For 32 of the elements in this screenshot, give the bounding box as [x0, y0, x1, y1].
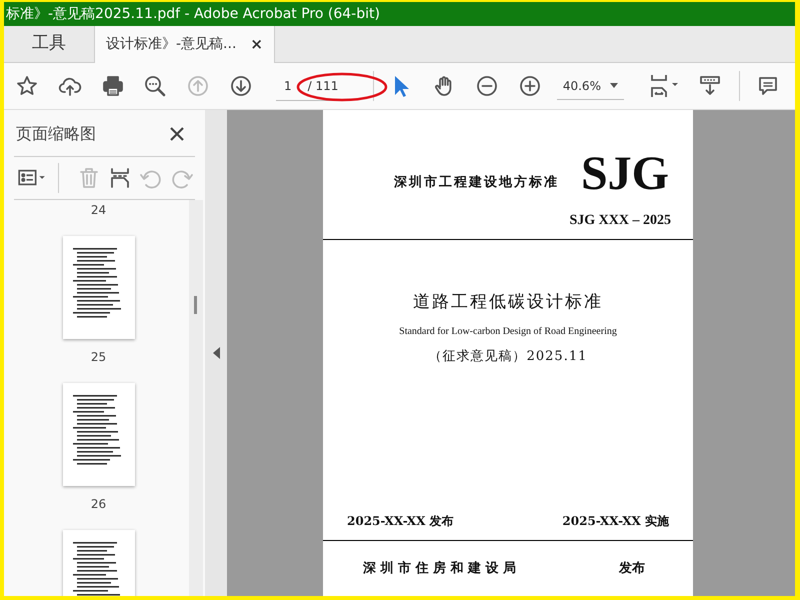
collapse-arrow-icon — [212, 347, 220, 359]
ruler-down-icon — [698, 74, 722, 98]
tab[interactable]: 设计标准》-意见稿... × — [95, 26, 275, 63]
page-number: 26 — [90, 496, 106, 512]
zoom-dropdown[interactable]: 40.6% — [556, 72, 624, 100]
page-number-field[interactable]: 1 / 111 — [276, 71, 350, 101]
issuer-name: 深 圳 市 住 房 和 建 设 局 — [363, 560, 516, 578]
scrollbar[interactable] — [189, 200, 203, 596]
draft-label: （征求意见稿）2025.11 — [428, 348, 588, 366]
page-number: 24 — [90, 202, 106, 218]
panel-toggle[interactable] — [205, 110, 228, 596]
star-icon — [15, 74, 40, 98]
page-number: 25 — [90, 349, 106, 365]
tab-close-button[interactable]: × — [250, 33, 263, 56]
effective-date: 2025-XX-XX 实施 — [562, 513, 669, 530]
search-icon — [143, 74, 168, 98]
page-thumbnail[interactable] — [62, 383, 134, 486]
standard-category: 深圳市工程建设地方标准 — [394, 174, 559, 192]
minus-circle-icon — [474, 74, 499, 98]
standard-number: SJG XXX – 2025 — [568, 212, 672, 230]
panel-title: 页面缩略图 — [16, 123, 96, 145]
page-thumbnail[interactable] — [62, 236, 134, 339]
document-title: 道路工程低碳设计标准 — [412, 291, 604, 314]
plus-circle-icon — [518, 74, 542, 98]
standard-logo: SJG — [580, 150, 669, 198]
caret-icon — [610, 83, 618, 88]
issuer-action: 发布 — [619, 560, 645, 578]
issue-date: 2025-XX-XX 发布 — [347, 513, 454, 530]
english-title: Standard for Low-carbon Design of Road Engineering — [398, 324, 618, 338]
scrollbar-thumb[interactable] — [194, 296, 197, 314]
window-title: 标准》-意见稿2025.11.pdf - Adobe Acrobat Pro (64-bit) — [4, 2, 795, 26]
printer-icon — [100, 74, 125, 98]
